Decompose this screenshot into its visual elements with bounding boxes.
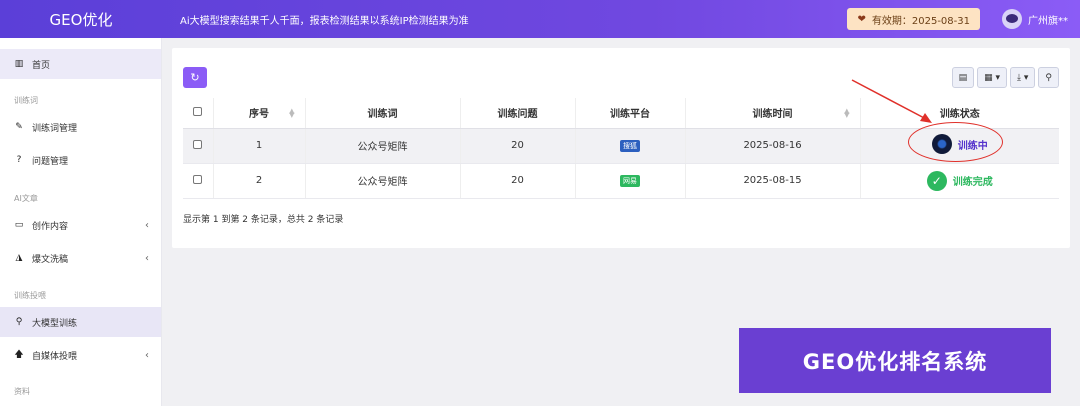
sidebar-group-words: 训练词 bbox=[14, 96, 38, 105]
row-checkbox-cell[interactable] bbox=[183, 128, 214, 164]
sidebar-item-label: 创作内容 bbox=[32, 221, 69, 232]
refresh-button[interactable]: ↻ bbox=[183, 67, 207, 88]
sidebar-item-label: 自媒体投喂 bbox=[32, 351, 78, 362]
select-all-cell[interactable] bbox=[183, 98, 214, 129]
chevron-left-icon: ‹ bbox=[145, 219, 149, 231]
avatar[interactable] bbox=[1002, 9, 1022, 29]
col-word-label: 训练词 bbox=[367, 109, 398, 121]
document-icon: ▤ bbox=[958, 72, 968, 83]
bar-chart-icon: ▥ bbox=[14, 59, 24, 69]
promo-banner: GEO优化排名系统 bbox=[739, 328, 1051, 393]
status-text: 训练完成 bbox=[952, 177, 993, 188]
sidebar-item-label: 问题管理 bbox=[32, 156, 69, 167]
chevron-left-icon: ‹ bbox=[145, 349, 149, 361]
cell-index: 1 bbox=[213, 128, 306, 164]
cell-question: 20 bbox=[460, 163, 576, 199]
download-button[interactable]: ⤓ ▾ bbox=[1010, 67, 1036, 88]
platform-badge: 搜狐 bbox=[620, 139, 640, 152]
sidebar-item-word-manage[interactable]: ✎ 训练词管理 bbox=[0, 112, 161, 142]
table-row[interactable]: 2 公众号矩阵 20 网易 2025-08-15 ✓ 训练完成 bbox=[183, 163, 1059, 199]
platform-badge: 网易 bbox=[620, 174, 640, 187]
cell-word: 公众号矩阵 bbox=[305, 163, 461, 199]
cell-time: 2025-08-15 bbox=[685, 163, 861, 199]
col-question: 训练问题 bbox=[460, 98, 576, 129]
sidebar-item-label: 首页 bbox=[32, 60, 51, 71]
col-time[interactable]: 训练时间 ▲ ▼ bbox=[685, 98, 861, 129]
table-header-row: 序号 ▲ ▼ 训练词 训练问题 训练平台 训练时间 ▲ ▼ 训练状态 bbox=[183, 98, 1059, 129]
highlight-ring bbox=[908, 122, 1003, 162]
col-status-label: 训练状态 bbox=[939, 109, 980, 121]
sort-icon: ▲ ▼ bbox=[289, 107, 295, 119]
grid-icon: ▦ ▾ bbox=[984, 72, 1001, 83]
heart-icon: ❤ bbox=[857, 13, 866, 25]
sort-icon: ▲ ▼ bbox=[844, 107, 850, 119]
check-icon: ✓ bbox=[926, 170, 947, 191]
image-icon: ◮ bbox=[15, 253, 23, 263]
sidebar-group-data: 资料 bbox=[14, 387, 30, 396]
sidebar-item-label: 爆文洗稿 bbox=[32, 254, 69, 265]
user-menu[interactable]: 广州旗** bbox=[1002, 9, 1068, 29]
sidebar-item-viral-wash[interactable]: ◮ 爆文洗稿 ‹ bbox=[0, 243, 161, 273]
sidebar-item-label: 训练词管理 bbox=[32, 123, 78, 134]
top-bar: GEO优化 Ai大模型搜索结果千人千面，报表检测结果以系统IP检测结果为准 ❤ … bbox=[0, 0, 1080, 38]
row-checkbox[interactable] bbox=[193, 174, 203, 184]
sidebar-group-article: AI文章 bbox=[14, 194, 38, 203]
sidebar-group-feed: 训练投喂 bbox=[14, 291, 46, 300]
question-icon: ? bbox=[16, 155, 22, 165]
cell-word: 公众号矩阵 bbox=[305, 128, 461, 164]
col-index-label: 序号 bbox=[249, 109, 269, 121]
expiry-text: 有效期：2025-08-31 bbox=[871, 15, 970, 27]
columns-toggle-button[interactable]: ▦ ▾ bbox=[977, 67, 1008, 88]
sidebar-item-media-feed[interactable]: 🡅 自媒体投喂 ‹ bbox=[0, 340, 161, 370]
sidebar-item-question-manage[interactable]: ? 问题管理 bbox=[0, 145, 161, 175]
search-button[interactable]: ⚲ bbox=[1038, 67, 1059, 88]
link-icon: ✎ bbox=[15, 122, 23, 132]
cell-status: ✓ 训练完成 bbox=[860, 163, 1059, 199]
cell-time: 2025-08-16 bbox=[685, 128, 861, 164]
cell-index: 2 bbox=[213, 163, 306, 199]
col-index[interactable]: 序号 ▲ ▼ bbox=[213, 98, 306, 129]
col-time-label: 训练时间 bbox=[752, 109, 793, 121]
table-toolbar: ▤ ▦ ▾ ⤓ ▾ ⚲ bbox=[951, 67, 1059, 88]
brand-logo[interactable]: GEO优化 bbox=[0, 9, 162, 30]
col-platform: 训练平台 bbox=[575, 98, 686, 129]
header-notice: Ai大模型搜索结果千人千面，报表检测结果以系统IP检测结果为准 bbox=[180, 15, 469, 27]
pagination-summary: 显示第 1 到第 2 条记录，总共 2 条记录 bbox=[183, 215, 344, 225]
sidebar-item-label: 大模型训练 bbox=[32, 318, 78, 329]
refresh-icon: ↻ bbox=[190, 71, 200, 84]
export-button[interactable]: ▤ bbox=[951, 67, 975, 88]
training-table-card: ↻ ▤ ▦ ▾ ⤓ ▾ ⚲ 序号 ▲ ▼ 训练词 训练问题 训练平台 训练时间 ▲ ▼ … bbox=[172, 48, 1070, 248]
search-icon: ⚲ bbox=[15, 317, 23, 327]
row-checkbox[interactable] bbox=[193, 139, 203, 149]
search-icon: ⚲ bbox=[1045, 72, 1052, 83]
cell-question: 20 bbox=[460, 128, 576, 164]
sidebar: ▥ 首页 训练词 ✎ 训练词管理 ? 问题管理 AI文章 ▭ 创作内容 ‹ ◮ … bbox=[0, 38, 162, 406]
col-platform-label: 训练平台 bbox=[610, 109, 650, 121]
arrow-up-icon: 🡅 bbox=[14, 350, 24, 360]
sidebar-item-model-train[interactable]: ⚲ 大模型训练 bbox=[0, 307, 161, 337]
folder-icon: ▭ bbox=[14, 220, 24, 230]
col-word: 训练词 bbox=[305, 98, 461, 129]
select-all-checkbox[interactable] bbox=[193, 106, 203, 116]
sidebar-item-home[interactable]: ▥ 首页 bbox=[0, 49, 161, 79]
user-name[interactable]: 广州旗** bbox=[1028, 12, 1068, 27]
cell-platform: 网易 bbox=[575, 163, 686, 199]
expiry-badge: ❤ 有效期：2025-08-31 bbox=[847, 8, 980, 30]
chevron-left-icon: ‹ bbox=[145, 252, 149, 264]
sidebar-item-create-content[interactable]: ▭ 创作内容 ‹ bbox=[0, 210, 161, 240]
row-checkbox-cell[interactable] bbox=[183, 163, 214, 199]
col-question-label: 训练问题 bbox=[497, 109, 538, 121]
cell-platform: 搜狐 bbox=[575, 128, 686, 164]
download-icon: ⤓ ▾ bbox=[1017, 72, 1029, 83]
status-done: ✓ 训练完成 bbox=[926, 170, 993, 191]
